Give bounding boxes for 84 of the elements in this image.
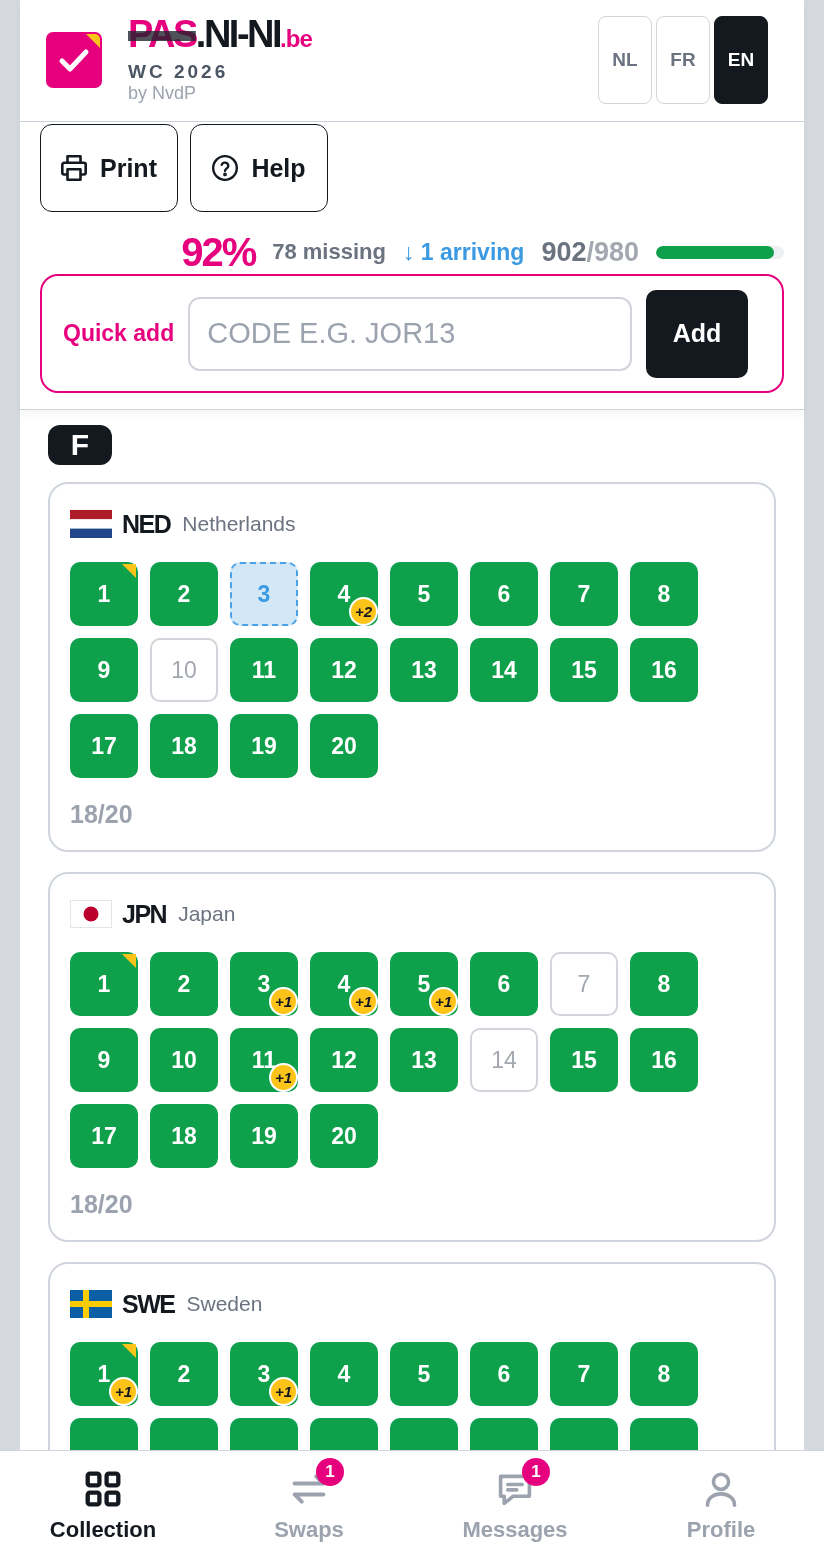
sticker-tile[interactable]: 18 (150, 1104, 218, 1168)
team-code: NED (122, 509, 171, 539)
flag-icon (70, 900, 112, 928)
sticker-tile[interactable]: 12 (310, 1028, 378, 1092)
grid-icon (85, 1471, 121, 1507)
team-name: Sweden (186, 1292, 263, 1316)
sticker-tile[interactable]: 20 (310, 714, 378, 778)
sticker-tile[interactable]: 4 +2 (310, 562, 378, 626)
team-progress-count: 18/20 (70, 802, 134, 826)
notification-badge: 1 (316, 1458, 344, 1486)
sticker-tile[interactable]: 6 (470, 1342, 538, 1406)
flag-icon (70, 1290, 112, 1318)
sticker-tile[interactable]: 10 (150, 1028, 218, 1092)
team-code: JPN (122, 899, 167, 929)
profile-icon (703, 1471, 739, 1507)
sticker-tile[interactable]: 13 (390, 638, 458, 702)
code-input[interactable]: CODE E.G. JOR13 (188, 296, 632, 371)
sticker-tile[interactable]: 9 (70, 638, 138, 702)
sticker-tile[interactable]: 3 +1 (230, 952, 298, 1016)
check-logo-icon (46, 32, 102, 88)
sticker-tile[interactable]: 2 (150, 952, 218, 1016)
sticker-tile[interactable]: 13 (390, 1028, 458, 1092)
sticker-tile[interactable]: 19 (230, 1104, 298, 1168)
sticker-tile[interactable]: 16 (630, 1028, 698, 1092)
quick-add-label: Quick add (63, 320, 175, 347)
sticker-tile[interactable]: 9 (70, 1028, 138, 1092)
duplicate-count-badge: +1 (429, 987, 458, 1016)
byline-text: by NvdP (128, 83, 197, 103)
sticker-tile[interactable]: 10 (150, 638, 218, 702)
sticker-tile[interactable]: 7 (550, 952, 618, 1016)
sticker-tile[interactable]: 17 (70, 714, 138, 778)
language-button[interactable]: NL (598, 16, 652, 104)
sticker-tile[interactable]: 19 (230, 714, 298, 778)
add-button[interactable]: Add (646, 289, 748, 378)
sticker-tile[interactable]: 18 (150, 714, 218, 778)
printer-icon (61, 155, 87, 181)
sticker-tile[interactable]: 14 (470, 638, 538, 702)
sticker-tile[interactable]: 5 (390, 562, 458, 626)
sticker-tile[interactable]: 17 (70, 1104, 138, 1168)
sticker-tile[interactable]: 4 (310, 1342, 378, 1406)
sticker-tile[interactable]: 7 (550, 1342, 618, 1406)
sticker-tile[interactable]: 8 (630, 1342, 698, 1406)
sticker-tile[interactable]: 6 (470, 952, 538, 1016)
sticker-tile[interactable]: 3 +1 (230, 1342, 298, 1406)
notification-badge: 1 (522, 1458, 550, 1486)
sticker-tile[interactable]: 1 (70, 952, 138, 1016)
sticker-tile[interactable]: 1 +1 (70, 1342, 138, 1406)
sticker-tile[interactable]: 2 (150, 562, 218, 626)
sticker-tile[interactable]: 7 (550, 562, 618, 626)
edition-label: WC 2026 (128, 61, 229, 83)
help-icon (212, 155, 239, 181)
sticker-tile[interactable]: 14 (470, 1028, 538, 1092)
sticker-tile[interactable]: 4 +1 (310, 952, 378, 1016)
arriving-count: ↓ 1 arriving (402, 238, 525, 266)
sticker-tile[interactable]: 20 (310, 1104, 378, 1168)
help-button[interactable]: Help (190, 124, 328, 212)
flag-icon (70, 510, 112, 538)
team-name: Netherlands (182, 512, 296, 536)
sticker-tile[interactable]: 15 (550, 638, 618, 702)
owned-count: 902/980 (541, 236, 639, 268)
team-code: SWE (122, 1289, 175, 1319)
missing-count: 78 missing (272, 239, 386, 265)
sticker-tile[interactable]: 15 (550, 1028, 618, 1092)
language-button[interactable]: EN (714, 16, 768, 104)
sticker-tile[interactable]: 8 (630, 952, 698, 1016)
duplicate-count-badge: +1 (109, 1377, 138, 1406)
sticker-tile[interactable]: 2 (150, 1342, 218, 1406)
duplicate-count-badge: +1 (269, 1377, 298, 1406)
language-button[interactable]: FR (656, 16, 710, 104)
print-button[interactable]: Print (40, 124, 178, 212)
sticker-tile[interactable]: 11 (230, 638, 298, 702)
sticker-tile[interactable]: 6 (470, 562, 538, 626)
sticker-tile[interactable]: 16 (630, 638, 698, 702)
sticker-tile[interactable]: 8 (630, 562, 698, 626)
sticker-tile[interactable]: 5 (390, 1342, 458, 1406)
sticker-tile[interactable]: 12 (310, 638, 378, 702)
sticker-tile[interactable]: 1 (70, 562, 138, 626)
group-label: F (48, 425, 112, 465)
duplicate-count-badge: +1 (269, 987, 298, 1016)
team-name: Japan (178, 902, 236, 926)
sticker-tile[interactable]: 5 +1 (390, 952, 458, 1016)
completion-percent: 92% (181, 232, 256, 272)
sticker-tile[interactable]: 3 (230, 562, 298, 626)
team-progress-count: 18/20 (70, 1192, 134, 1216)
